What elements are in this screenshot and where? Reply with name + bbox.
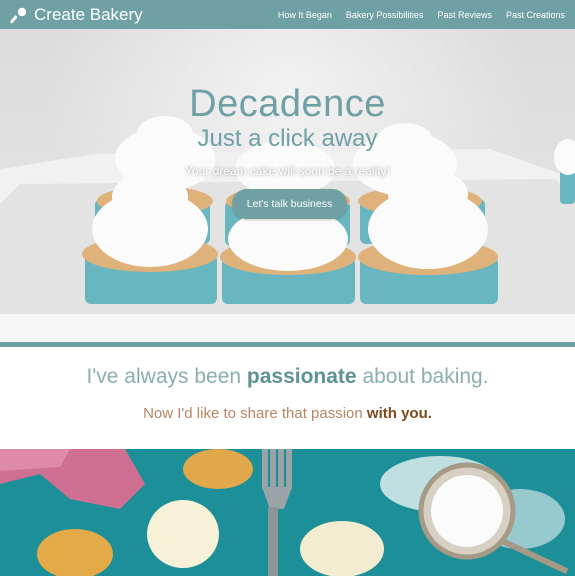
brand-name: Create Bakery <box>34 4 143 24</box>
nav-past-reviews[interactable]: Past Reviews <box>437 10 492 20</box>
passion-heading-pre: I've always been <box>86 365 247 388</box>
hero-section: Decadence Just a click away Your dream c… <box>0 29 575 342</box>
hero-title: Decadence <box>189 83 386 125</box>
passion-subheading-bold: with you. <box>366 405 432 422</box>
brand-link[interactable]: Create Bakery <box>10 5 143 25</box>
passion-heading-post: about baking. <box>356 365 489 388</box>
whisk-icon <box>10 6 28 24</box>
passion-heading: I've always been passionate about baking… <box>0 365 575 389</box>
talk-business-button[interactable]: Let's talk business <box>232 189 347 219</box>
baking-photo <box>0 449 575 576</box>
hero-subtitle: Just a click away <box>197 125 378 152</box>
passion-section: I've always been passionate about baking… <box>0 347 575 449</box>
nav-links: How It Began Bakery Possibilities Past R… <box>278 10 565 20</box>
navbar: Create Bakery How It Began Bakery Possib… <box>0 0 575 29</box>
nav-how-it-began[interactable]: How It Began <box>278 10 332 20</box>
nav-bakery-possibilities[interactable]: Bakery Possibilities <box>346 10 424 20</box>
baking-image <box>0 449 575 576</box>
hero-tagline: Your dream cake will soon be a reality! <box>185 164 390 178</box>
passion-heading-bold: passionate <box>246 365 357 388</box>
cupcakes-image <box>0 116 575 342</box>
passion-subheading-pre: Now I'd like to share that passion <box>143 405 367 422</box>
passion-subheading: Now I'd like to share that passion with … <box>0 405 575 422</box>
nav-past-creations[interactable]: Past Creations <box>506 10 565 20</box>
